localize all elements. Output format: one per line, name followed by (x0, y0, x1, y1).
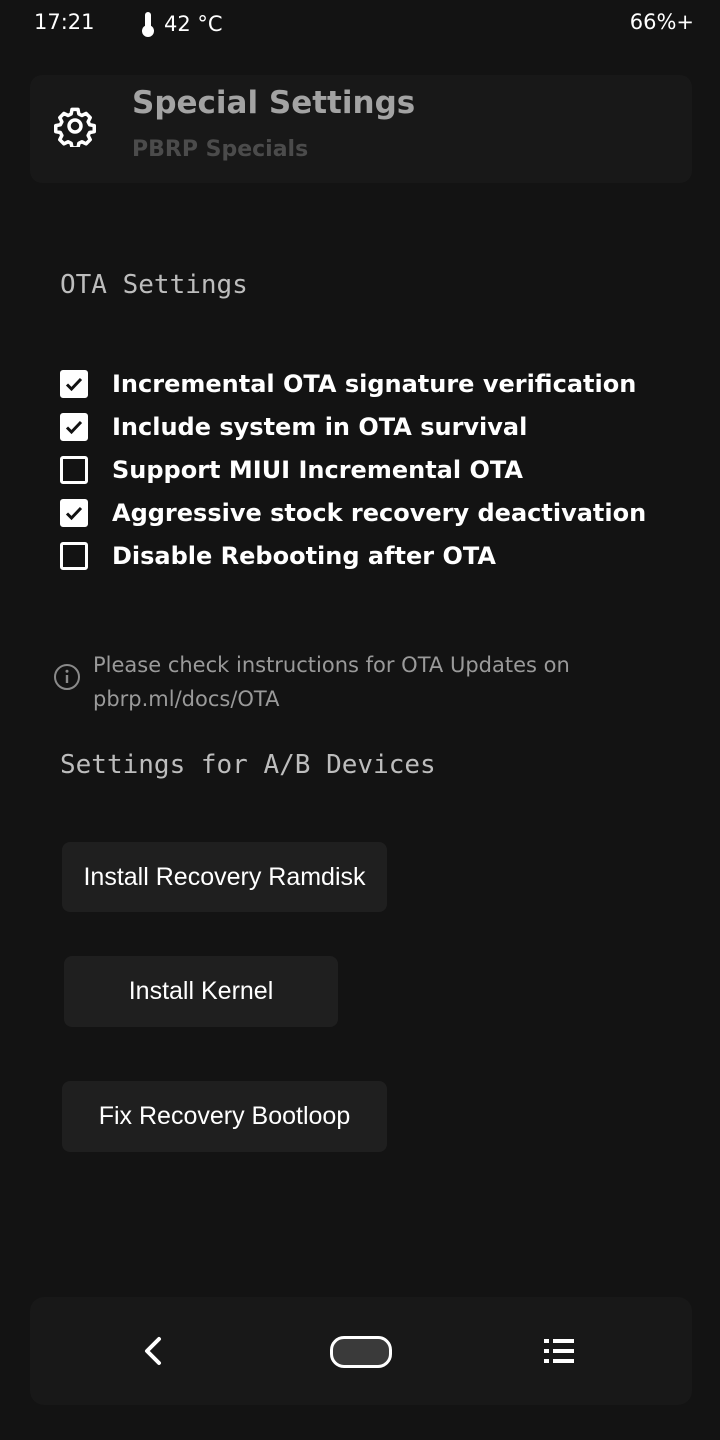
fix-recovery-bootloop-button[interactable]: Fix Recovery Bootloop (62, 1081, 387, 1152)
checkbox-unchecked[interactable] (60, 455, 88, 484)
screen: 17:21 42 °C 66%+ Special Settings PBRP S… (0, 0, 720, 1440)
ota-section-title: OTA Settings (60, 270, 248, 300)
check-icon (65, 506, 83, 520)
ota-options-list: Incremental OTA signature verification I… (60, 362, 700, 577)
install-kernel-button[interactable]: Install Kernel (64, 956, 338, 1027)
checkbox-checked[interactable] (60, 369, 88, 398)
option-label: Include system in OTA survival (112, 412, 528, 441)
ota-option-include-system[interactable]: Include system in OTA survival (60, 405, 700, 448)
checkbox-checked[interactable] (60, 412, 88, 441)
navigation-bar (30, 1297, 692, 1405)
option-label: Support MIUI Incremental OTA (112, 455, 523, 484)
status-temperature-value: 42 °C (164, 12, 223, 36)
status-temperature: 42 °C (140, 10, 223, 38)
ab-section-title: Settings for A/B Devices (60, 750, 436, 780)
status-battery: 66%+ (629, 10, 694, 34)
home-icon[interactable] (330, 1336, 392, 1368)
header-card: Special Settings PBRP Specials (30, 75, 692, 183)
gear-icon (54, 107, 96, 147)
option-label: Aggressive stock recovery deactivation (112, 498, 647, 527)
ota-option-miui-incremental[interactable]: Support MIUI Incremental OTA (60, 448, 700, 491)
page-title: Special Settings (132, 85, 416, 121)
back-icon[interactable] (138, 1335, 168, 1367)
status-time: 17:21 (34, 10, 95, 34)
page-subtitle: PBRP Specials (132, 137, 309, 162)
status-bar: 17:21 42 °C 66%+ (0, 0, 720, 50)
ota-info-note: Please check instructions for OTA Update… (93, 648, 653, 716)
checkbox-unchecked[interactable] (60, 541, 88, 570)
info-text-line: Please check instructions for OTA Update… (93, 653, 570, 677)
option-label: Incremental OTA signature verification (112, 369, 637, 398)
info-icon (54, 664, 80, 690)
thermometer-icon (142, 12, 154, 37)
ota-option-signature-verification[interactable]: Incremental OTA signature verification (60, 362, 700, 405)
install-recovery-ramdisk-button[interactable]: Install Recovery Ramdisk (62, 842, 387, 912)
ota-option-aggressive-deactivation[interactable]: Aggressive stock recovery deactivation (60, 491, 700, 534)
option-label: Disable Rebooting after OTA (112, 541, 496, 570)
info-link[interactable]: pbrp.ml/docs/OTA (93, 682, 653, 716)
ota-option-disable-reboot[interactable]: Disable Rebooting after OTA (60, 534, 700, 577)
checkbox-checked[interactable] (60, 498, 88, 527)
menu-icon[interactable] (544, 1337, 576, 1365)
check-icon (65, 377, 83, 391)
check-icon (65, 420, 83, 434)
